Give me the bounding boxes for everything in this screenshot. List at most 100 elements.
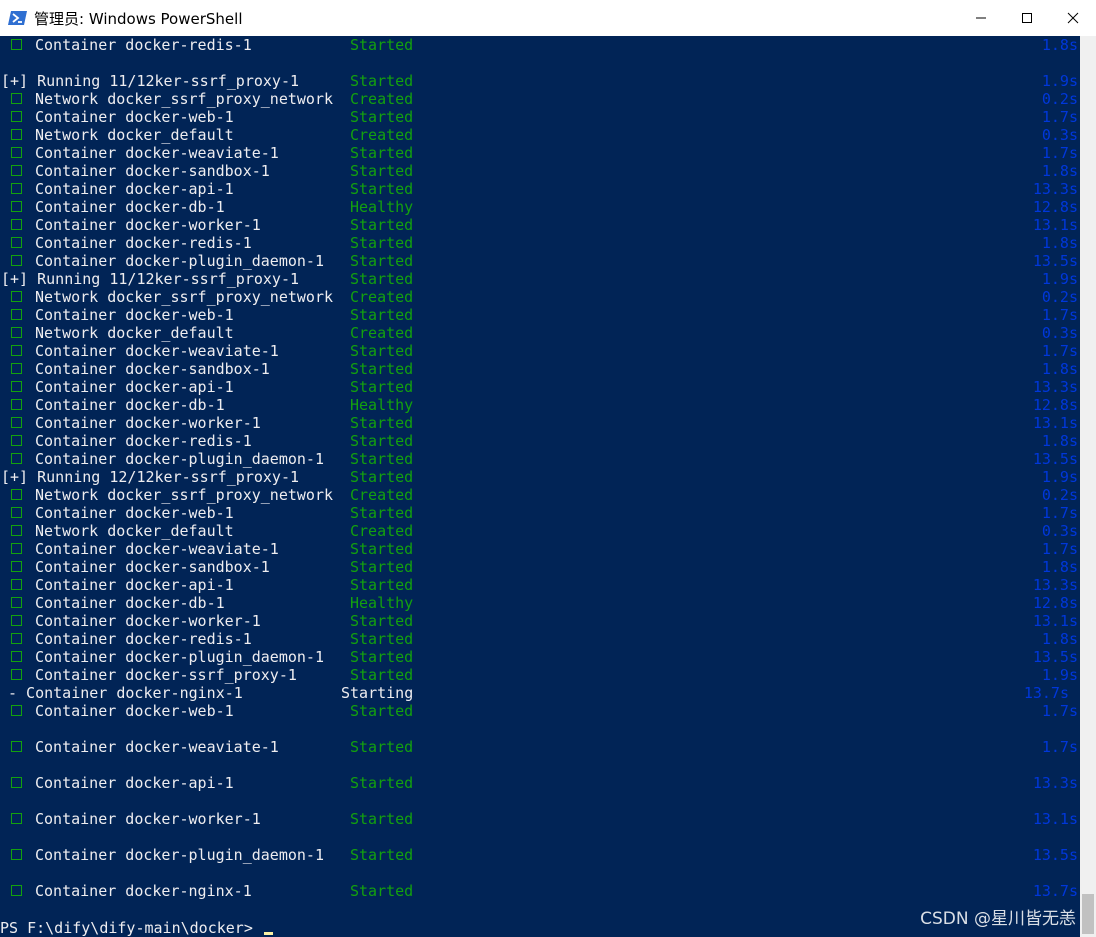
line-duration: 0.2s (1041, 90, 1078, 108)
check-box-icon (11, 39, 22, 50)
console-output[interactable]: PS F:\dify\dify-main\docker> CSDN @星川皆无恙… (0, 36, 1080, 937)
line-duration: 1.8s (1041, 36, 1078, 54)
line-duration: 0.3s (1041, 324, 1078, 342)
check-box-icon (11, 309, 22, 320)
watermark: CSDN @星川皆无恙 (920, 909, 1076, 929)
line-name: [+] Running 12/12ker-ssrf_proxy-1 (1, 468, 300, 486)
line-status: Healthy (350, 594, 414, 612)
line-name: Container docker-weaviate-1 (35, 144, 279, 162)
check-box-icon (11, 111, 22, 122)
line-status: Started (350, 414, 414, 432)
line-duration: 0.2s (1041, 486, 1078, 504)
line-status: Started (350, 342, 414, 360)
line-name: Container docker-sandbox-1 (35, 360, 270, 378)
check-box-icon (11, 633, 22, 644)
line-name: Network docker_ssrf_proxy_network (35, 486, 334, 504)
scrollbar-thumb[interactable] (1082, 894, 1094, 934)
close-icon (1067, 12, 1079, 24)
console-line: Container docker-web-1 Started 1.7s (0, 702, 1080, 720)
line-name: Container docker-worker-1 (35, 612, 261, 630)
line-duration: 13.3s (1032, 378, 1078, 396)
line-name: Container docker-plugin_daemon-1 (35, 252, 324, 270)
console-line: Container docker-api-1 Started 13.3s (0, 774, 1080, 792)
console-line: - Container docker-nginx-1 Starting 13.7s (0, 684, 1080, 702)
line-name: Network docker_ssrf_proxy_network (35, 90, 334, 108)
line-status: Created (350, 522, 414, 540)
line-duration: 1.7s (1041, 504, 1078, 522)
line-status: Started (350, 612, 414, 630)
console-line: Container docker-weaviate-1 Started 1.7s (0, 540, 1080, 558)
line-name: Container docker-api-1 (35, 576, 234, 594)
console-line: Container docker-ssrf_proxy-1 Started 1.9s (0, 666, 1080, 684)
check-box-icon (11, 507, 22, 518)
line-status: Started (350, 774, 414, 792)
line-status: Created (350, 126, 414, 144)
check-box-icon (11, 561, 22, 572)
line-status: Started (350, 216, 414, 234)
line-name: Container docker-redis-1 (35, 432, 252, 450)
console-line: Network docker_default Created 0.3s (0, 324, 1080, 342)
console-line: Network docker_ssrf_proxy_network Created… (0, 486, 1080, 504)
check-box-icon (11, 705, 22, 716)
check-box-icon (11, 579, 22, 590)
line-duration: 13.1s (1032, 612, 1078, 630)
line-duration: 13.5s (1032, 252, 1078, 270)
console-line: Network docker_ssrf_proxy_network Created… (0, 90, 1080, 108)
line-duration: 1.7s (1041, 702, 1078, 720)
check-box-icon (11, 291, 22, 302)
window-title: 管理员: Windows PowerShell (34, 9, 243, 28)
check-box-icon (11, 345, 22, 356)
vertical-scrollbar[interactable] (1080, 36, 1096, 937)
line-duration: 1.7s (1041, 540, 1078, 558)
check-box-icon (11, 327, 22, 338)
line-name: Container docker-ssrf_proxy-1 (35, 666, 297, 684)
console-line: Container docker-plugin_daemon-1 Started 1… (0, 450, 1080, 468)
powershell-window: 管理员: Windows PowerShell PS F:\dify\dify-… (0, 0, 1096, 937)
console-line: Container docker-plugin_daemon-1 Started 1… (0, 846, 1080, 864)
close-button[interactable] (1050, 0, 1096, 36)
line-status: Started (350, 576, 414, 594)
line-status: Created (350, 288, 414, 306)
line-name: Container docker-redis-1 (35, 36, 252, 54)
line-status: Started (350, 738, 414, 756)
line-duration: 13.7s (1032, 882, 1078, 900)
console-line: Container docker-plugin_daemon-1 Started 1… (0, 648, 1080, 666)
line-duration: 1.7s (1041, 738, 1078, 756)
line-duration: 1.8s (1041, 630, 1078, 648)
line-status: Started (350, 468, 414, 486)
line-status: Started (350, 702, 414, 720)
minimize-button[interactable] (958, 0, 1004, 36)
line-name: Container docker-api-1 (35, 180, 234, 198)
check-box-icon (11, 525, 22, 536)
console-line: Network docker_default Created 0.3s (0, 126, 1080, 144)
console-line: Container docker-db-1 Healthy 12.8s (0, 396, 1080, 414)
console-line: Network docker_default Created 0.3s (0, 522, 1080, 540)
powershell-icon (8, 11, 27, 25)
line-duration: 1.7s (1041, 342, 1078, 360)
line-status: Started (350, 432, 414, 450)
line-name: Container docker-worker-1 (35, 810, 261, 828)
maximize-button[interactable] (1004, 0, 1050, 36)
console-line: Container docker-worker-1 Started 13.1s (0, 612, 1080, 630)
check-box-icon (11, 813, 22, 824)
line-name: Network docker_default (35, 126, 234, 144)
check-box-icon (11, 615, 22, 626)
line-name: Container docker-weaviate-1 (35, 738, 279, 756)
check-box-icon (11, 381, 22, 392)
check-box-icon (11, 453, 22, 464)
line-duration: 1.9s (1041, 468, 1078, 486)
line-status: Created (350, 90, 414, 108)
console-line: [+] Running 11/12ker-ssrf_proxy-1 Started… (0, 72, 1080, 90)
console-line: Container docker-nginx-1 Started 13.7s (0, 882, 1080, 900)
line-duration: 1.8s (1041, 558, 1078, 576)
console-line: Container docker-weaviate-1 Started 1.7s (0, 738, 1080, 756)
console-line: Container docker-db-1 Healthy 12.8s (0, 594, 1080, 612)
console-line: Container docker-weaviate-1 Started 1.7s (0, 342, 1080, 360)
title-bar[interactable]: 管理员: Windows PowerShell (0, 0, 1096, 36)
console-line: Container docker-sandbox-1 Started 1.8s (0, 162, 1080, 180)
line-name: Container docker-weaviate-1 (35, 540, 279, 558)
line-name: Container docker-plugin_daemon-1 (35, 648, 324, 666)
command-prompt[interactable]: PS F:\dify\dify-main\docker> (0, 919, 273, 937)
console-line: Network docker_ssrf_proxy_network Created… (0, 288, 1080, 306)
line-duration: 1.7s (1041, 306, 1078, 324)
